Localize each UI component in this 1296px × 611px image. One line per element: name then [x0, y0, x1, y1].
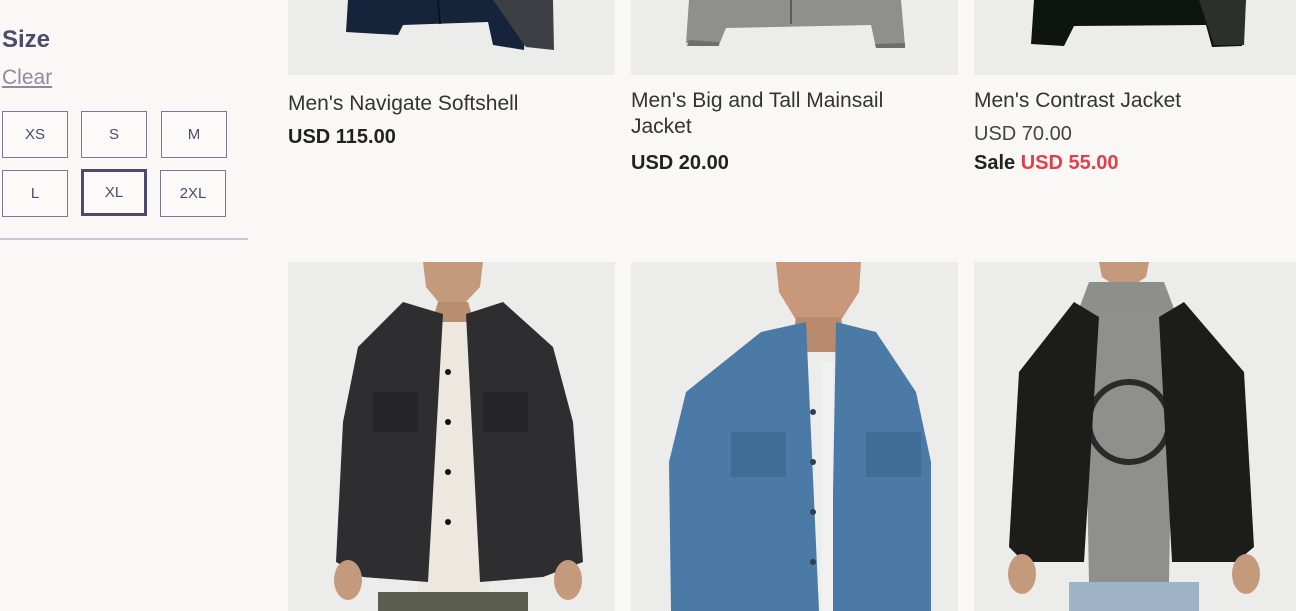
product-card[interactable] [631, 262, 958, 611]
size-filter-heading: Size [2, 26, 51, 53]
product-image[interactable] [288, 0, 615, 75]
product-listing-page: Size Clear XS S M L XL 2XL Men's Navigat… [0, 0, 1296, 611]
filter-divider [0, 238, 248, 240]
product-card[interactable]: Men's Contrast Jacket USD 70.00 Sale USD… [974, 0, 1296, 180]
filter-sidebar: Size Clear XS S M L XL 2XL [0, 0, 250, 611]
product-image[interactable] [974, 262, 1296, 611]
sale-price: USD 55.00 [1020, 152, 1119, 174]
size-option-s[interactable]: S [81, 111, 147, 158]
blue-denim-jacket-image [669, 262, 931, 611]
size-option-2xl[interactable]: 2XL [160, 170, 226, 217]
size-option-xl[interactable]: XL [81, 169, 147, 216]
product-card[interactable]: Men's Big and Tall Mainsail Jacket USD 2… [631, 0, 958, 180]
gray-fleece-jacket-image [686, 0, 905, 48]
size-option-l[interactable]: L [2, 170, 68, 217]
product-image[interactable] [288, 262, 615, 611]
product-image[interactable] [974, 0, 1296, 75]
product-sale-line: Sale USD 55.00 [974, 152, 1119, 175]
product-title[interactable]: Men's Navigate Softshell [288, 91, 608, 117]
product-image[interactable] [631, 0, 958, 75]
product-price: USD 115.00 [288, 126, 396, 148]
product-title[interactable]: Men's Contrast Jacket [974, 88, 1294, 114]
product-title-line2[interactable]: Jacket [631, 114, 951, 140]
product-title-line1[interactable]: Men's Big and Tall Mainsail [631, 88, 951, 114]
product-card[interactable]: Men's Navigate Softshell USD 115.00 [288, 0, 615, 150]
black-denim-jacket-image [334, 262, 583, 611]
black-hooded-jacket-image [1008, 262, 1260, 611]
clear-size-filter-link[interactable]: Clear [2, 66, 52, 90]
navy-softshell-jacket-image [346, 0, 554, 50]
size-option-m[interactable]: M [161, 111, 227, 158]
sale-label: Sale [974, 152, 1016, 174]
size-option-xs[interactable]: XS [2, 111, 68, 158]
product-card[interactable] [974, 262, 1296, 611]
product-price: USD 20.00 [631, 152, 729, 174]
product-original-price: USD 70.00 [974, 123, 1072, 145]
product-image[interactable] [631, 262, 958, 611]
product-card[interactable] [288, 262, 615, 611]
black-contrast-jacket-image [1031, 0, 1246, 47]
